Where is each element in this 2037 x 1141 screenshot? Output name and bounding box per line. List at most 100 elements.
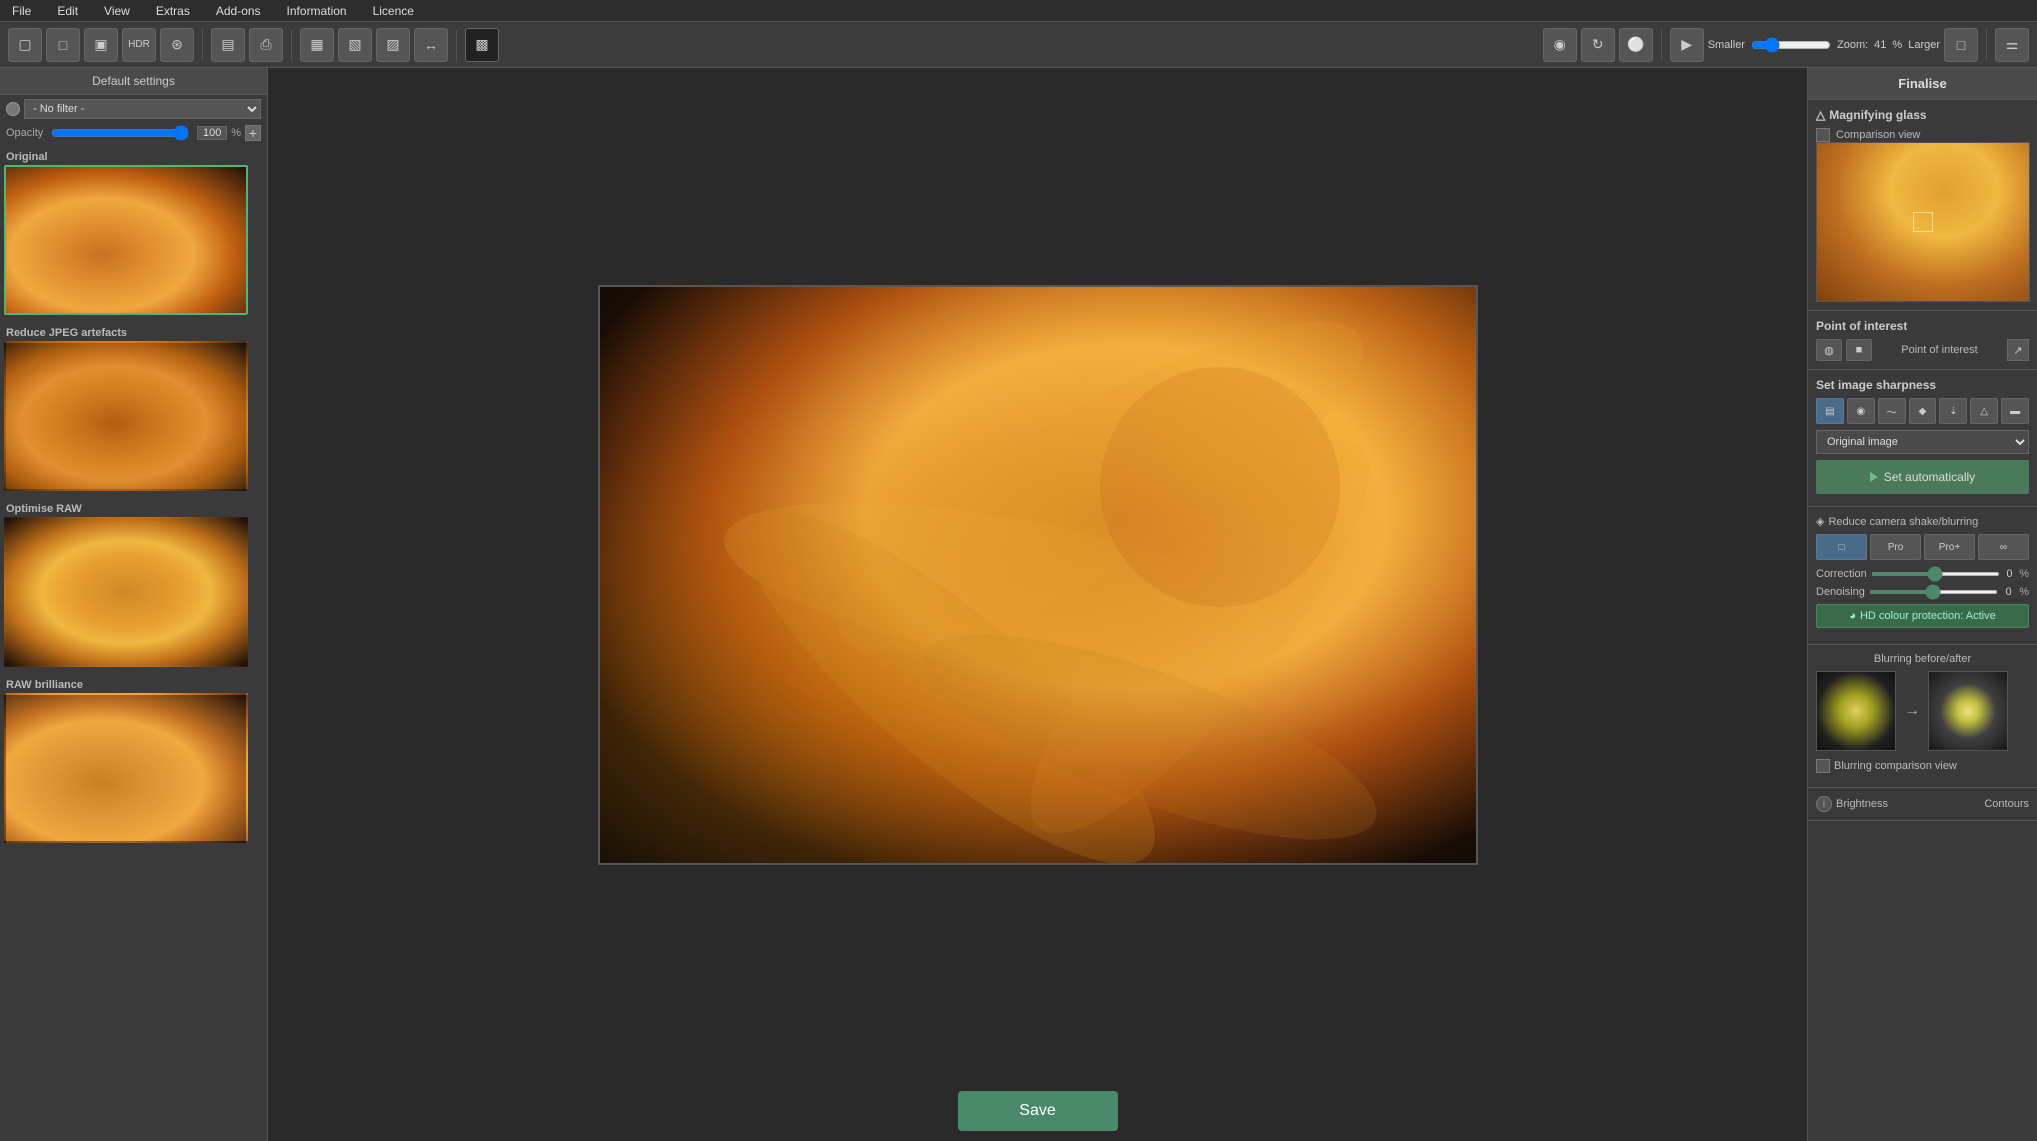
toolbar-bell-btn[interactable]: ⚌ <box>1995 28 2029 62</box>
poi-section: Point of interest ◍ ■ Point of interest … <box>1808 311 2037 370</box>
info-icon[interactable]: i <box>1816 796 1832 812</box>
menu-information[interactable]: Information <box>283 2 351 20</box>
camera-shake-header: ◈ Reduce camera shake/blurring <box>1816 515 2029 528</box>
zoom-label: Zoom: <box>1837 39 1868 51</box>
preset-raw-thumb[interactable] <box>4 517 248 667</box>
cs-btn-inf[interactable]: ∞ <box>1978 534 2029 560</box>
sharp-icon-6[interactable]: ▬ <box>2001 398 2029 424</box>
comparison-view-checkbox[interactable] <box>1816 128 1830 142</box>
finalise-header: Finalise <box>1808 68 2037 100</box>
toolbar-export-btn[interactable]: ▶ <box>1670 28 1704 62</box>
toolbar-hdr-btn[interactable]: HDR <box>122 28 156 62</box>
toolbar-histogram-btn[interactable]: ▩ <box>465 28 499 62</box>
comparison-view-row: Comparison view <box>1816 128 2029 142</box>
set-automatically-button[interactable]: Set automatically <box>1816 460 2029 494</box>
magnify-icon: △ <box>1816 108 1825 122</box>
zoom-section: Smaller Zoom: 41 % Larger <box>1708 37 1940 53</box>
menu-extras[interactable]: Extras <box>152 2 194 20</box>
toolbar-layers-btn[interactable]: ⊛ <box>160 28 194 62</box>
zoom-larger-label: Larger <box>1908 39 1940 51</box>
blurring-title: Blurring before/after <box>1816 653 2029 665</box>
toolbar-rotate-btn[interactable]: ▨ <box>376 28 410 62</box>
cs-btn-proplus[interactable]: Pro+ <box>1924 534 1975 560</box>
menu-file[interactable]: File <box>8 2 35 20</box>
main-canvas <box>598 285 1478 865</box>
opacity-unit: % <box>231 127 241 139</box>
sidebar-header: Default settings <box>0 68 267 95</box>
opacity-add-btn[interactable]: + <box>245 125 261 141</box>
sharp-icon-3[interactable]: ◆ <box>1909 398 1937 424</box>
contours-label: Contours <box>1984 798 2029 810</box>
preset-original-label: Original <box>4 147 263 165</box>
toolbar-new-btn[interactable]: ▢ <box>8 28 42 62</box>
center-area: Save <box>268 68 1807 1141</box>
toolbar-copy-btn[interactable]: ▣ <box>84 28 118 62</box>
toolbar-crop-btn[interactable]: ▦ <box>300 28 334 62</box>
menu-edit[interactable]: Edit <box>53 2 82 20</box>
toolbar-fit-btn[interactable]: □ <box>1944 28 1978 62</box>
preset-original-thumb[interactable] <box>4 165 248 315</box>
preset-jpeg-thumb[interactable] <box>4 341 248 491</box>
filter-select[interactable]: - No filter - <box>24 99 261 119</box>
toolbar-save-btn[interactable]: ▤ <box>211 28 245 62</box>
hd-protection-label: HD colour protection: Active <box>1860 610 1996 622</box>
save-button[interactable]: Save <box>958 1091 1118 1131</box>
toolbar-refresh-btn[interactable]: ↻ <box>1581 28 1615 62</box>
toolbar-straighten-btn[interactable]: ▧ <box>338 28 372 62</box>
sharpness-dropdown[interactable]: Original image <box>1816 430 2029 454</box>
toolbar-print-btn[interactable]: ⎙ <box>249 28 283 62</box>
sharp-icon-2[interactable]: 〜 <box>1878 398 1906 424</box>
opacity-value-input[interactable] <box>197 126 227 140</box>
poi-export-btn[interactable]: ↗ <box>2007 339 2029 361</box>
blur-comparison: → <box>1816 671 2029 751</box>
sharp-icon-4[interactable]: ⇣ <box>1939 398 1967 424</box>
preset-rawbril-item[interactable] <box>4 693 263 843</box>
toolbar-settings-btn[interactable]: ⚪ <box>1619 28 1653 62</box>
preset-raw-item[interactable] <box>4 517 263 667</box>
cs-btn-pro[interactable]: Pro <box>1870 534 1921 560</box>
sharp-icon-1[interactable]: ◉ <box>1847 398 1875 424</box>
zoom-unit: % <box>1892 39 1902 51</box>
toolbar-sep-1 <box>202 30 203 60</box>
preset-original-item[interactable] <box>4 165 263 315</box>
cs-btn-0[interactable]: □ <box>1816 534 1867 560</box>
comparison-view-label: Comparison view <box>1836 129 1920 141</box>
magnifying-glass-title: △ Magnifying glass <box>1816 108 2029 122</box>
menu-licence[interactable]: Licence <box>369 2 418 20</box>
correction-value: 0 <box>2004 568 2015 580</box>
hd-protection-icon: ◕ <box>1849 610 1856 622</box>
right-panel: Finalise △ Magnifying glass Comparison v… <box>1807 68 2037 1141</box>
sharp-icon-0[interactable]: ▤ <box>1816 398 1844 424</box>
preset-jpeg-item[interactable] <box>4 341 263 491</box>
menu-view[interactable]: View <box>100 2 134 20</box>
toolbar-flip-btn[interactable]: ↔ <box>414 28 448 62</box>
poi-label: Point of interest <box>1876 344 2003 356</box>
toolbar-sep-5 <box>1986 30 1987 60</box>
toolbar-open-btn[interactable]: □ <box>46 28 80 62</box>
blur-before-thumb <box>1816 671 1896 751</box>
filter-circle-icon <box>6 102 20 116</box>
hd-protection-btn[interactable]: ◕ HD colour protection: Active <box>1816 604 2029 628</box>
sharpness-title: Set image sharpness <box>1816 378 2029 392</box>
sharpness-section: Set image sharpness ▤ ◉ 〜 ◆ ⇣ △ ▬ Origin… <box>1808 370 2037 507</box>
sharp-icon-5[interactable]: △ <box>1970 398 1998 424</box>
zoom-slider[interactable] <box>1751 37 1831 53</box>
poi-target-btn[interactable]: ◍ <box>1816 339 1842 361</box>
zoom-value: 41 <box>1874 39 1886 51</box>
poi-square-btn[interactable]: ■ <box>1846 339 1872 361</box>
menu-addons[interactable]: Add-ons <box>212 2 265 20</box>
opacity-slider[interactable] <box>51 125 189 141</box>
opacity-row: Opacity % + <box>0 123 267 143</box>
sharpness-icons: ▤ ◉ 〜 ◆ ⇣ △ ▬ <box>1816 398 2029 424</box>
preset-rawbril-thumb[interactable] <box>4 693 248 843</box>
correction-slider[interactable] <box>1871 572 2000 576</box>
filter-row: - No filter - <box>0 95 267 123</box>
denoising-slider[interactable] <box>1869 590 1998 594</box>
camera-shake-icon: ◈ <box>1816 515 1824 528</box>
denoising-slider-row: Denoising 0 % <box>1816 586 2029 598</box>
poi-title: Point of interest <box>1816 319 2029 333</box>
toolbar-preview-btn[interactable]: ◉ <box>1543 28 1577 62</box>
denoising-value: 0 <box>2002 586 2015 598</box>
save-bar: Save <box>268 1081 1807 1141</box>
blur-comparison-checkbox[interactable] <box>1816 759 1830 773</box>
